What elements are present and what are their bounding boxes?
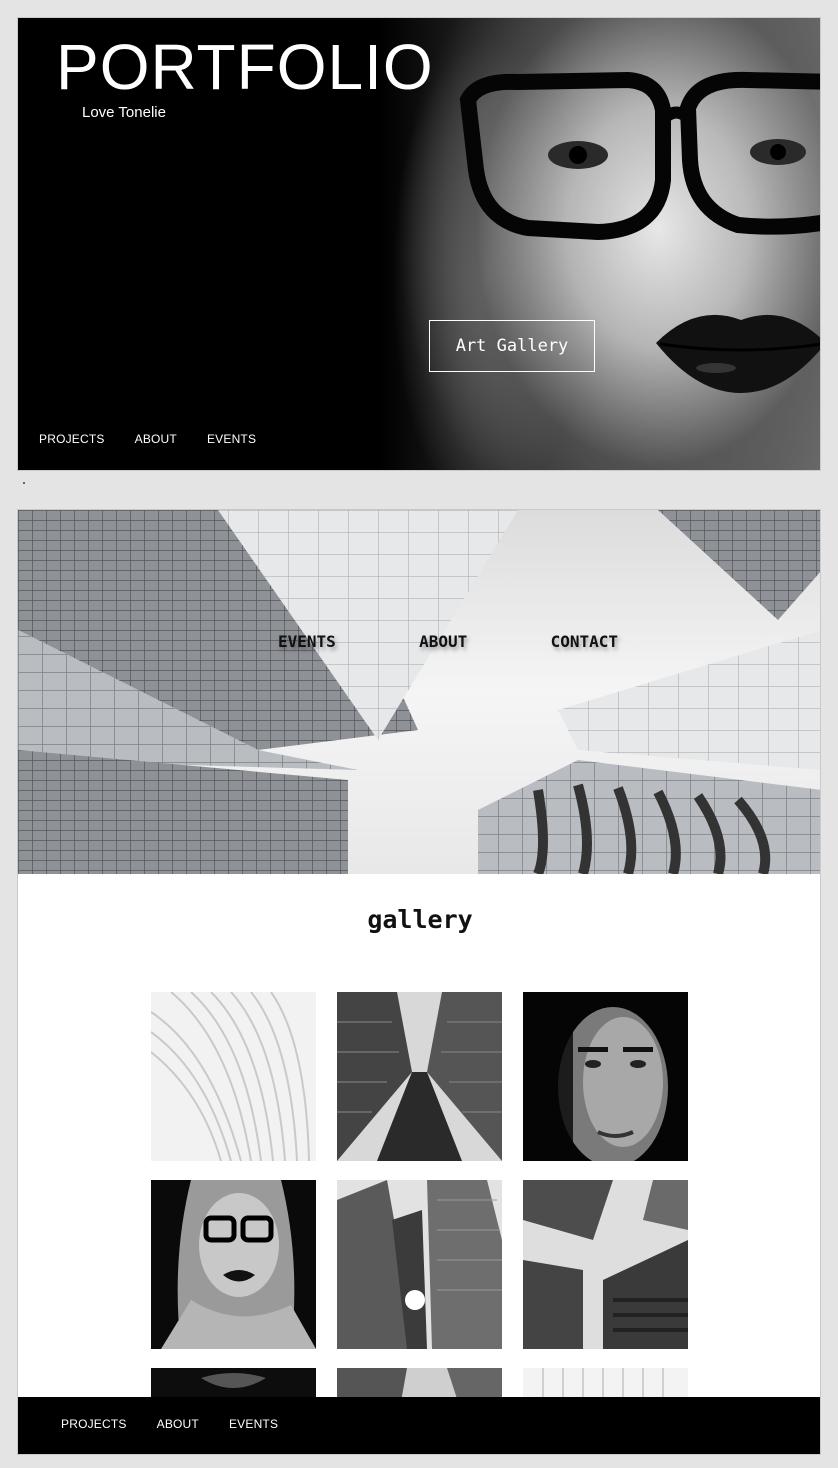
- footer-link-projects[interactable]: PROJECTS: [61, 1417, 127, 1431]
- gallery-item-skyscrapers-looking-up[interactable]: [337, 992, 502, 1161]
- hero-nav: PROJECTS ABOUT EVENTS: [39, 432, 256, 446]
- gallery-item-towers-converging[interactable]: [523, 1180, 688, 1349]
- footer-link-about[interactable]: ABOUT: [157, 1417, 199, 1431]
- art-gallery-button[interactable]: Art Gallery: [429, 320, 595, 372]
- city-header-image: EVENTS ABOUT CONTACT: [18, 510, 820, 874]
- gallery-item-curved-white-architecture[interactable]: [151, 992, 316, 1161]
- skyscrapers-graphic: [18, 510, 820, 874]
- footer-nav: PROJECTS ABOUT EVENTS: [61, 1417, 278, 1431]
- footer-bar: PROJECTS ABOUT EVENTS: [18, 1397, 820, 1454]
- glasses-graphic: [459, 71, 820, 240]
- nav-link-events[interactable]: EVENTS: [207, 432, 256, 446]
- nav-link-projects[interactable]: PROJECTS: [39, 432, 105, 446]
- page-subtitle: Love Tonelie: [82, 104, 166, 121]
- page-title: PORTFOLIO: [56, 31, 434, 103]
- nav-link-contact[interactable]: CONTACT: [551, 632, 618, 651]
- separator-dot: [23, 482, 25, 484]
- nav-link-events[interactable]: EVENTS: [278, 632, 336, 651]
- hero-section: PORTFOLIO Love Tonelie Art Gallery PROJE…: [17, 17, 821, 471]
- gallery-page: EVENTS ABOUT CONTACT gallery PROJECTS AB…: [17, 509, 821, 1455]
- footer-link-events[interactable]: EVENTS: [229, 1417, 278, 1431]
- gallery-top-nav: EVENTS ABOUT CONTACT: [278, 632, 618, 651]
- gallery-heading: gallery: [367, 905, 473, 934]
- gallery-item-woman-glasses-portrait[interactable]: [151, 1180, 316, 1349]
- lips-graphic: [656, 314, 820, 393]
- gallery-grid: [151, 992, 689, 1454]
- gallery-item-towers-sun-flare[interactable]: [337, 1180, 502, 1349]
- gallery-item-man-portrait[interactable]: [523, 992, 688, 1161]
- nav-link-about[interactable]: ABOUT: [135, 432, 177, 446]
- nav-link-about[interactable]: ABOUT: [419, 632, 467, 651]
